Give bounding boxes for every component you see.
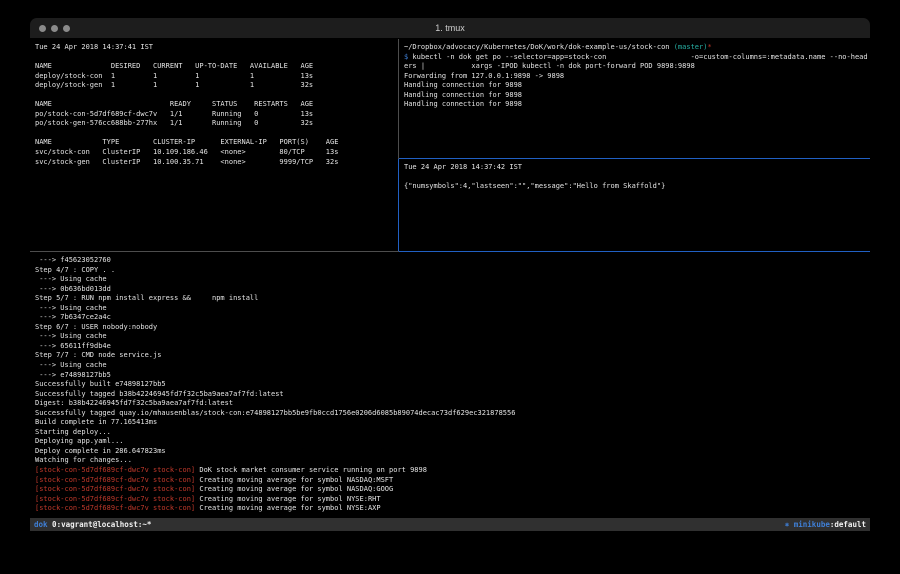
terminal-line: NAME READY STATUS RESTARTS AGE [35, 100, 398, 110]
pane-skaffold-log[interactable]: ---> f45623052760Step 4/7 : COPY . . ---… [30, 252, 870, 517]
terminal-line: Successfully built e74898127bb5 [35, 380, 870, 390]
terminal-line: ---> 0b636bd013dd [35, 285, 870, 295]
terminal-line: ---> Using cache [35, 275, 870, 285]
terminal-line: po/stock-gen-576cc688bb-277hx 1/1 Runnin… [35, 119, 398, 129]
tmux-terminal: Tue 24 Apr 2018 14:37:41 IST NAME DESIRED… [30, 39, 870, 534]
terminal-line: Step 4/7 : COPY . . [35, 266, 870, 276]
terminal-line: Successfully tagged quay.io/mhausenblas/… [35, 409, 870, 419]
terminal-line [35, 129, 398, 139]
terminal-line: po/stock-con-5d7df689cf-dwc7v 1/1 Runnin… [35, 110, 398, 120]
kube-context-label: ⎈ minikube:default [785, 518, 866, 531]
terminal-line: [stock-con-5d7df689cf-dwc7v stock-con] C… [35, 495, 870, 505]
terminal-line: Step 5/7 : RUN npm install express && np… [35, 294, 870, 304]
terminal-line: NAME DESIRED CURRENT UP-TO-DATE AVAILABL… [35, 62, 398, 72]
terminal-line: Step 7/7 : CMD node service.js [35, 351, 870, 361]
terminal-line [35, 53, 398, 63]
terminal-line: svc/stock-gen ClusterIP 10.100.35.71 <no… [35, 158, 398, 168]
minimize-button[interactable] [51, 25, 58, 32]
terminal-line: Starting deploy... [35, 428, 870, 438]
terminal-line: Watching for changes... [35, 456, 870, 466]
terminal-line: ⎈ minikube:default [785, 518, 866, 531]
terminal-line: Handling connection for 9898 [404, 91, 870, 101]
terminal-line: Digest: b38b42246945fd7f32c5ba9aea7af7fd… [35, 399, 870, 409]
terminal-line: ---> Using cache [35, 304, 870, 314]
window-titlebar: 1. tmux [30, 18, 870, 39]
terminal-line: [stock-con-5d7df689cf-dwc7v stock-con] C… [35, 504, 870, 514]
terminal-line: ---> 7b6347ce2a4c [35, 313, 870, 323]
terminal-line: ---> Using cache [35, 332, 870, 342]
terminal-line [35, 91, 398, 101]
pane-divider-horizontal-blue-segment [399, 251, 870, 252]
terminal-line: Build complete in 77.165413ms [35, 418, 870, 428]
pane-shell-port-forward[interactable]: ~/Dropbox/advocacy/Kubernetes/DoK/work/d… [399, 39, 870, 158]
terminal-line: [stock-con-5d7df689cf-dwc7v stock-con] C… [35, 476, 870, 486]
traffic-light-buttons [39, 18, 70, 38]
pane-service-watch[interactable]: Tue 24 Apr 2018 14:37:42 IST {"numsymbols… [399, 159, 870, 251]
pane-divider-horizontal-gray-segment [30, 251, 399, 252]
window-title: 1. tmux [435, 23, 465, 33]
terminal-line: [stock-con-5d7df689cf-dwc7v stock-con] C… [35, 485, 870, 495]
terminal-line: {"numsymbols":4,"lastseen":"","message":… [404, 182, 870, 192]
terminal-window: 1. tmux Tue 24 Apr 2018 14:37:41 IST NAME… [30, 18, 870, 534]
terminal-line: dok 0:vagrant@localhost:~* [34, 518, 151, 531]
terminal-line: Tue 24 Apr 2018 14:37:41 IST [35, 43, 398, 53]
terminal-line: ers | xargs -IPOD kubectl -n dok port-fo… [404, 62, 870, 72]
terminal-line: $ kubectl -n dok get po --selector=app=s… [404, 53, 870, 63]
terminal-line: Handling connection for 9898 [404, 100, 870, 110]
tmux-session-window-label: dok 0:vagrant@localhost:~* [34, 518, 151, 531]
pane-divider-horizontal[interactable] [30, 251, 870, 252]
terminal-line: Successfully tagged b38b42246945fd7f32c5… [35, 390, 870, 400]
terminal-line: ---> f45623052760 [35, 256, 870, 266]
terminal-line: deploy/stock-gen 1 1 1 1 32s [35, 81, 398, 91]
terminal-line: Deploying app.yaml... [35, 437, 870, 447]
terminal-line: ---> Using cache [35, 361, 870, 371]
tmux-status-bar: dok 0:vagrant@localhost:~* ⎈ minikube:de… [30, 518, 870, 531]
terminal-line: ---> e74898127bb5 [35, 371, 870, 381]
terminal-line [404, 173, 870, 183]
terminal-line: Handling connection for 9898 [404, 81, 870, 91]
terminal-line: [stock-con-5d7df689cf-dwc7v stock-con] D… [35, 466, 870, 476]
close-button[interactable] [39, 25, 46, 32]
terminal-line: NAME TYPE CLUSTER-IP EXTERNAL-IP PORT(S)… [35, 138, 398, 148]
terminal-line: Forwarding from 127.0.0.1:9898 -> 9898 [404, 72, 870, 82]
terminal-line: Tue 24 Apr 2018 14:37:42 IST [404, 163, 870, 173]
terminal-line: svc/stock-con ClusterIP 10.109.186.46 <n… [35, 148, 398, 158]
zoom-button[interactable] [63, 25, 70, 32]
terminal-line: ~/Dropbox/advocacy/Kubernetes/DoK/work/d… [404, 43, 870, 53]
terminal-line: Deploy complete in 286.647823ms [35, 447, 870, 457]
terminal-line: ---> 65611ff9db4e [35, 342, 870, 352]
terminal-line: Step 6/7 : USER nobody:nobody [35, 323, 870, 333]
terminal-line: deploy/stock-con 1 1 1 1 13s [35, 72, 398, 82]
pane-kubectl-watch[interactable]: Tue 24 Apr 2018 14:37:41 IST NAME DESIRED… [30, 39, 398, 251]
